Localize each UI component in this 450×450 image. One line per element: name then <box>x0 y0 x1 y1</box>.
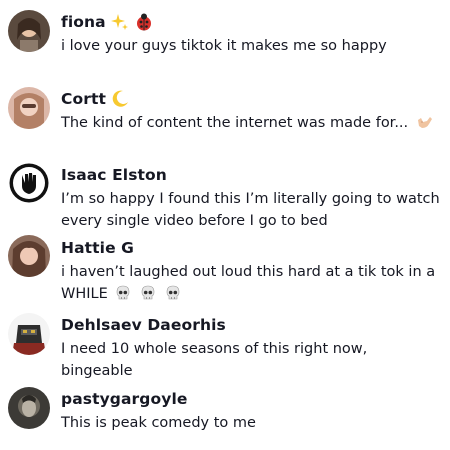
username[interactable]: Cortt <box>61 90 106 108</box>
comment-text-body: The kind of content the internet was mad… <box>61 115 409 131</box>
avatar[interactable] <box>8 10 50 52</box>
comment-header: Isaac Elston <box>61 164 167 186</box>
comment-text: i haven’t laughed out loud this hard at … <box>61 261 441 305</box>
avatar[interactable] <box>8 313 50 355</box>
avatar-image <box>8 387 50 429</box>
comment-header: pastygargoyle <box>61 388 187 410</box>
comment-text: The kind of content the internet was mad… <box>61 112 441 134</box>
username[interactable]: fiona <box>61 13 106 31</box>
username[interactable]: Hattie G <box>61 239 134 257</box>
avatar-image <box>8 10 50 52</box>
comment-text: This is peak comedy to me <box>61 415 256 431</box>
avatar-image <box>8 162 50 204</box>
skull-icon <box>139 284 157 302</box>
username[interactable]: Dehlsaev Daeorhis <box>61 316 226 334</box>
comment-text-line: WHILE <box>61 283 441 305</box>
comment-text-line: i haven’t laughed out loud this hard at … <box>61 264 436 280</box>
comment-text: I need 10 whole seasons of this right no… <box>61 341 368 379</box>
comment-text: i love your guys tiktok it makes me so h… <box>61 38 387 54</box>
avatar[interactable] <box>8 87 50 129</box>
skull-icon <box>114 284 132 302</box>
comment-header: Dehlsaev Daeorhis <box>61 314 226 336</box>
avatar-image <box>8 87 50 129</box>
username[interactable]: Isaac Elston <box>61 166 167 184</box>
username[interactable]: pastygargoyle <box>61 390 187 408</box>
comment-text-body: WHILE <box>61 286 108 302</box>
avatar[interactable] <box>8 387 50 429</box>
sparkles-icon <box>110 12 130 32</box>
comment-header: Hattie G <box>61 237 134 259</box>
skull-icon <box>164 284 182 302</box>
avatar[interactable] <box>8 235 50 277</box>
call-me-hand-icon <box>415 113 433 131</box>
ladybug-icon <box>134 12 154 32</box>
avatar[interactable] <box>8 162 50 204</box>
avatar-image <box>8 313 50 355</box>
comment-text: I’m so happy I found this I’m literally … <box>61 191 440 229</box>
crescent-moon-icon <box>110 89 130 109</box>
comment-header: Cortt <box>61 88 130 110</box>
comment-header: fiona <box>61 11 154 33</box>
avatar-image <box>8 235 50 277</box>
